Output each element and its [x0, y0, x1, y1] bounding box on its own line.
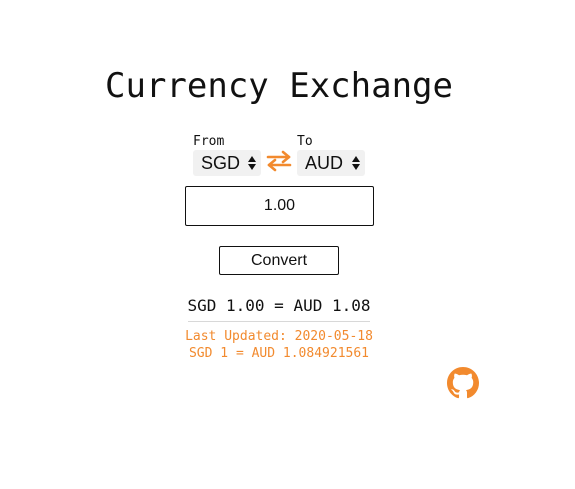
- select-arrows-icon: [352, 156, 360, 170]
- divider: [188, 321, 370, 322]
- amount-input[interactable]: [185, 186, 374, 226]
- from-currency-value: SGD: [201, 152, 241, 173]
- to-label: To: [297, 134, 313, 149]
- from-currency-select[interactable]: SGD: [193, 150, 261, 176]
- last-updated-text: Last Updated: 2020-05-18: [185, 329, 373, 344]
- swap-arrows-icon[interactable]: [266, 150, 292, 172]
- conversion-result: SGD 1.00 = AUD 1.08: [187, 296, 371, 315]
- convert-button[interactable]: Convert: [219, 246, 339, 275]
- to-currency-value: AUD: [305, 152, 344, 173]
- select-arrows-icon: [248, 156, 256, 170]
- from-label: From: [193, 134, 225, 149]
- github-icon[interactable]: [447, 367, 479, 399]
- to-currency-select[interactable]: AUD: [297, 150, 365, 176]
- page-title: Currency Exchange: [105, 66, 453, 106]
- exchange-rate-text: SGD 1 = AUD 1.084921561: [188, 346, 369, 361]
